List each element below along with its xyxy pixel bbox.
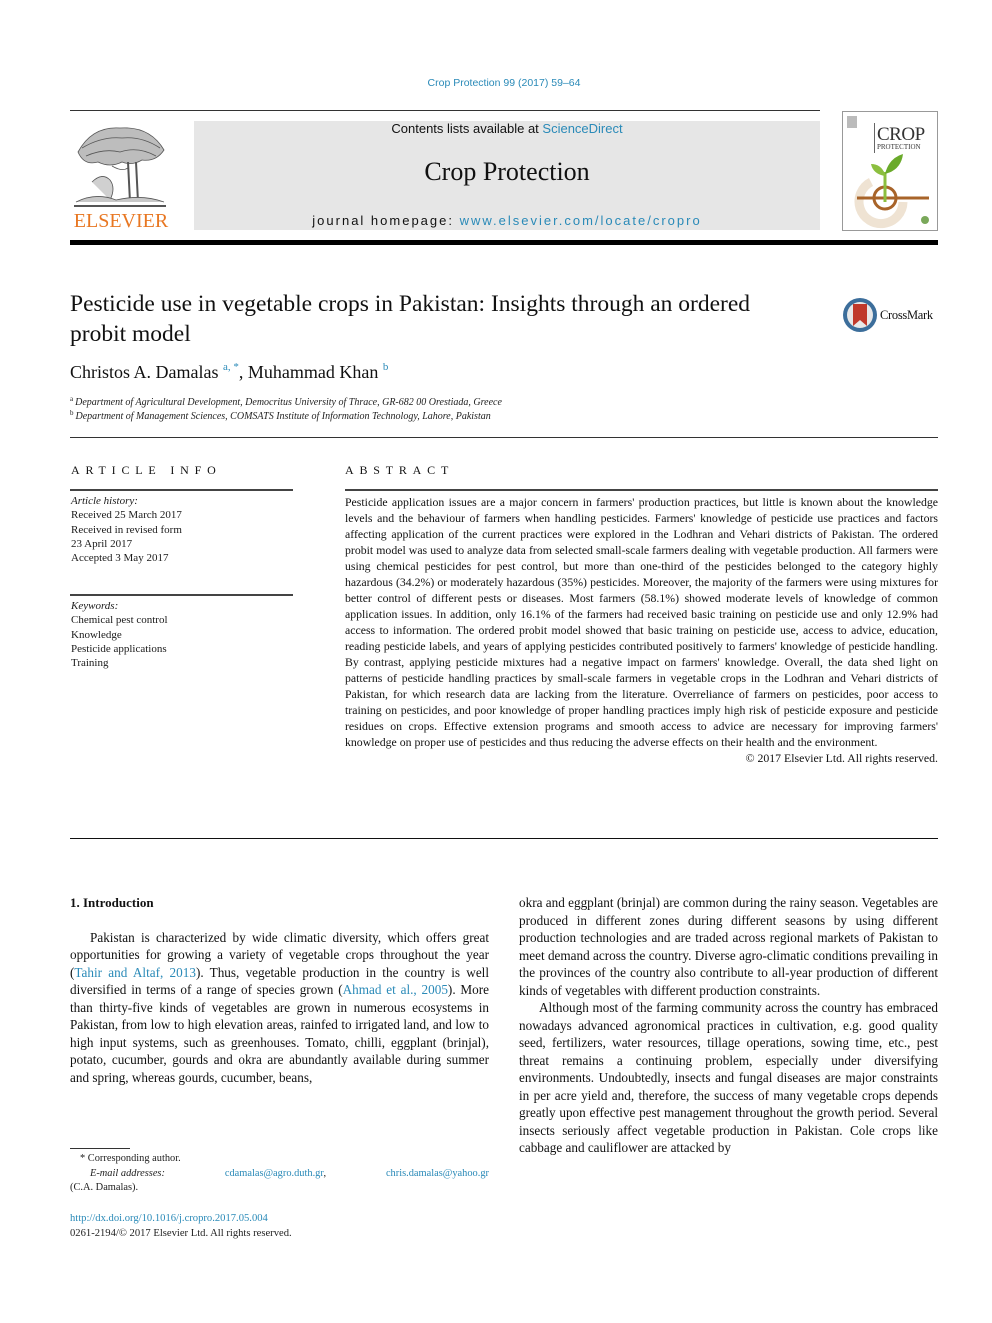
footnote-rule xyxy=(70,1148,130,1149)
journal-masthead: Contents lists available at ScienceDirec… xyxy=(194,121,820,230)
abstract-text: Pesticide application issues are a major… xyxy=(345,495,938,749)
author-list: Christos A. Damalas a, *, Muhammad Khan … xyxy=(70,361,388,383)
affiliation-key: a xyxy=(70,395,74,403)
body-column-right: okra and eggplant (brinjal) are common d… xyxy=(519,894,938,1157)
sciencedirect-link[interactable]: ScienceDirect xyxy=(542,121,622,136)
paragraph: Pakistan is characterized by wide climat… xyxy=(70,929,489,1087)
affiliation-text: Department of Management Sciences, COMSA… xyxy=(75,411,491,422)
elsevier-wordmark: ELSEVIER xyxy=(73,210,169,232)
email-separator: , xyxy=(323,1167,327,1179)
journal-reference[interactable]: Crop Protection 99 (2017) 59–64 xyxy=(0,77,992,89)
affiliation-b: b Department of Management Sciences, COMS… xyxy=(70,409,491,422)
abstract-heading: ABSTRACT xyxy=(345,463,455,477)
paragraph-text: ). More than thirty-five kinds of vegeta… xyxy=(70,982,489,1085)
elsevier-tree-icon xyxy=(74,127,166,207)
paragraph: Although most of the farming community a… xyxy=(519,1000,938,1155)
email-line: E-mail addresses: cdamalas@agro.duth.gr,… xyxy=(70,1167,489,1182)
seedling-icon xyxy=(854,154,929,229)
affiliation-key: b xyxy=(70,409,74,417)
keywords-label: Keywords: xyxy=(71,600,119,612)
author-affiliation-marker[interactable]: a, * xyxy=(223,361,239,373)
keyword-item: Training xyxy=(71,657,109,670)
abstract-rule xyxy=(345,489,938,491)
doi-block: http://dx.doi.org/10.1016/j.cropro.2017.… xyxy=(70,1211,292,1241)
body-column-left: 1. Introduction Pakistan is characterize… xyxy=(70,894,489,1086)
journal-title: Crop Protection xyxy=(424,157,590,186)
doi-link[interactable]: http://dx.doi.org/10.1016/j.cropro.2017.… xyxy=(70,1213,268,1224)
crossmark-icon xyxy=(843,298,877,332)
journal-homepage-link[interactable]: www.elsevier.com/locate/cropro xyxy=(460,213,702,228)
history-item: Accepted 3 May 2017 xyxy=(71,552,169,565)
email-1-wrap: cdamalas@agro.duth.gr, xyxy=(225,1167,326,1182)
email-label: E-mail addresses: xyxy=(90,1167,165,1179)
journal-reference-link[interactable]: Crop Protection 99 (2017) 59–64 xyxy=(428,77,581,89)
history-item: Received in revised form xyxy=(71,523,182,536)
homepage-line: journal homepage: www.elsevier.com/locat… xyxy=(194,213,820,228)
email-link[interactable]: cdamalas@agro.duth.gr xyxy=(225,1168,324,1179)
header-thick-rule xyxy=(70,240,938,245)
elsevier-logo[interactable]: ELSEVIER xyxy=(70,120,172,234)
citation-link[interactable]: Ahmad et al., 2005 xyxy=(343,982,448,997)
keyword-item: Knowledge xyxy=(71,628,122,641)
history-item: Received 25 March 2017 xyxy=(71,509,182,522)
section-title: 1. Introduction xyxy=(70,895,154,910)
author-name[interactable]: Muhammad Khan xyxy=(248,362,378,382)
article-info-rule xyxy=(70,489,293,491)
history-item: 23 April 2017 xyxy=(71,537,133,550)
contents-prefix: Contents lists available at xyxy=(391,121,543,136)
header-rule xyxy=(70,110,820,111)
corresponding-author-footnote: * Corresponding author. E-mail addresses… xyxy=(70,1152,489,1196)
keyword-item: Pesticide applications xyxy=(71,642,167,655)
email-link[interactable]: chris.damalas@yahoo.gr xyxy=(386,1167,489,1182)
crossmark-label: CrossMark xyxy=(880,308,933,322)
keywords-rule xyxy=(70,594,293,596)
history-label: Article history: xyxy=(71,495,138,507)
author-name[interactable]: Christos A. Damalas xyxy=(70,362,219,382)
paragraph-continued: okra and eggplant (brinjal) are common d… xyxy=(519,895,938,998)
journal-cover-thumbnail[interactable]: CROP PROTECTION xyxy=(842,111,938,231)
article-info-heading: ARTICLE INFO xyxy=(71,463,222,477)
contents-line: Contents lists available at ScienceDirec… xyxy=(194,121,820,136)
author-separator: , xyxy=(238,362,248,382)
issn-copyright: 0261-2194/© 2017 Elsevier Ltd. All right… xyxy=(70,1228,292,1239)
abstract-body: Pesticide application issues are a major… xyxy=(345,494,938,766)
citation-link[interactable]: Tahir and Altaf, 2013 xyxy=(74,965,196,980)
affiliation-a: a Department of Agricultural Development,… xyxy=(70,395,502,408)
corresponding-label: * Corresponding author. xyxy=(80,1153,181,1164)
keywords: Keywords: Chemical pest control Knowledg… xyxy=(71,599,168,670)
abstract-end-rule xyxy=(70,838,938,839)
section-rule xyxy=(70,437,938,438)
article-title: Pesticide use in vegetable crops in Paki… xyxy=(70,291,751,347)
article-history: Article history: Received 25 March 2017 … xyxy=(71,494,182,565)
crossmark-badge[interactable]: CrossMark xyxy=(841,296,941,334)
email-owner: (C.A. Damalas). xyxy=(70,1182,139,1193)
abstract-copyright: © 2017 Elsevier Ltd. All rights reserved… xyxy=(745,751,938,765)
author-affiliation-marker[interactable]: b xyxy=(383,361,389,373)
keyword-item: Chemical pest control xyxy=(71,614,168,627)
affiliation-text: Department of Agricultural Development, … xyxy=(75,397,502,408)
homepage-prefix: journal homepage: xyxy=(312,213,460,228)
